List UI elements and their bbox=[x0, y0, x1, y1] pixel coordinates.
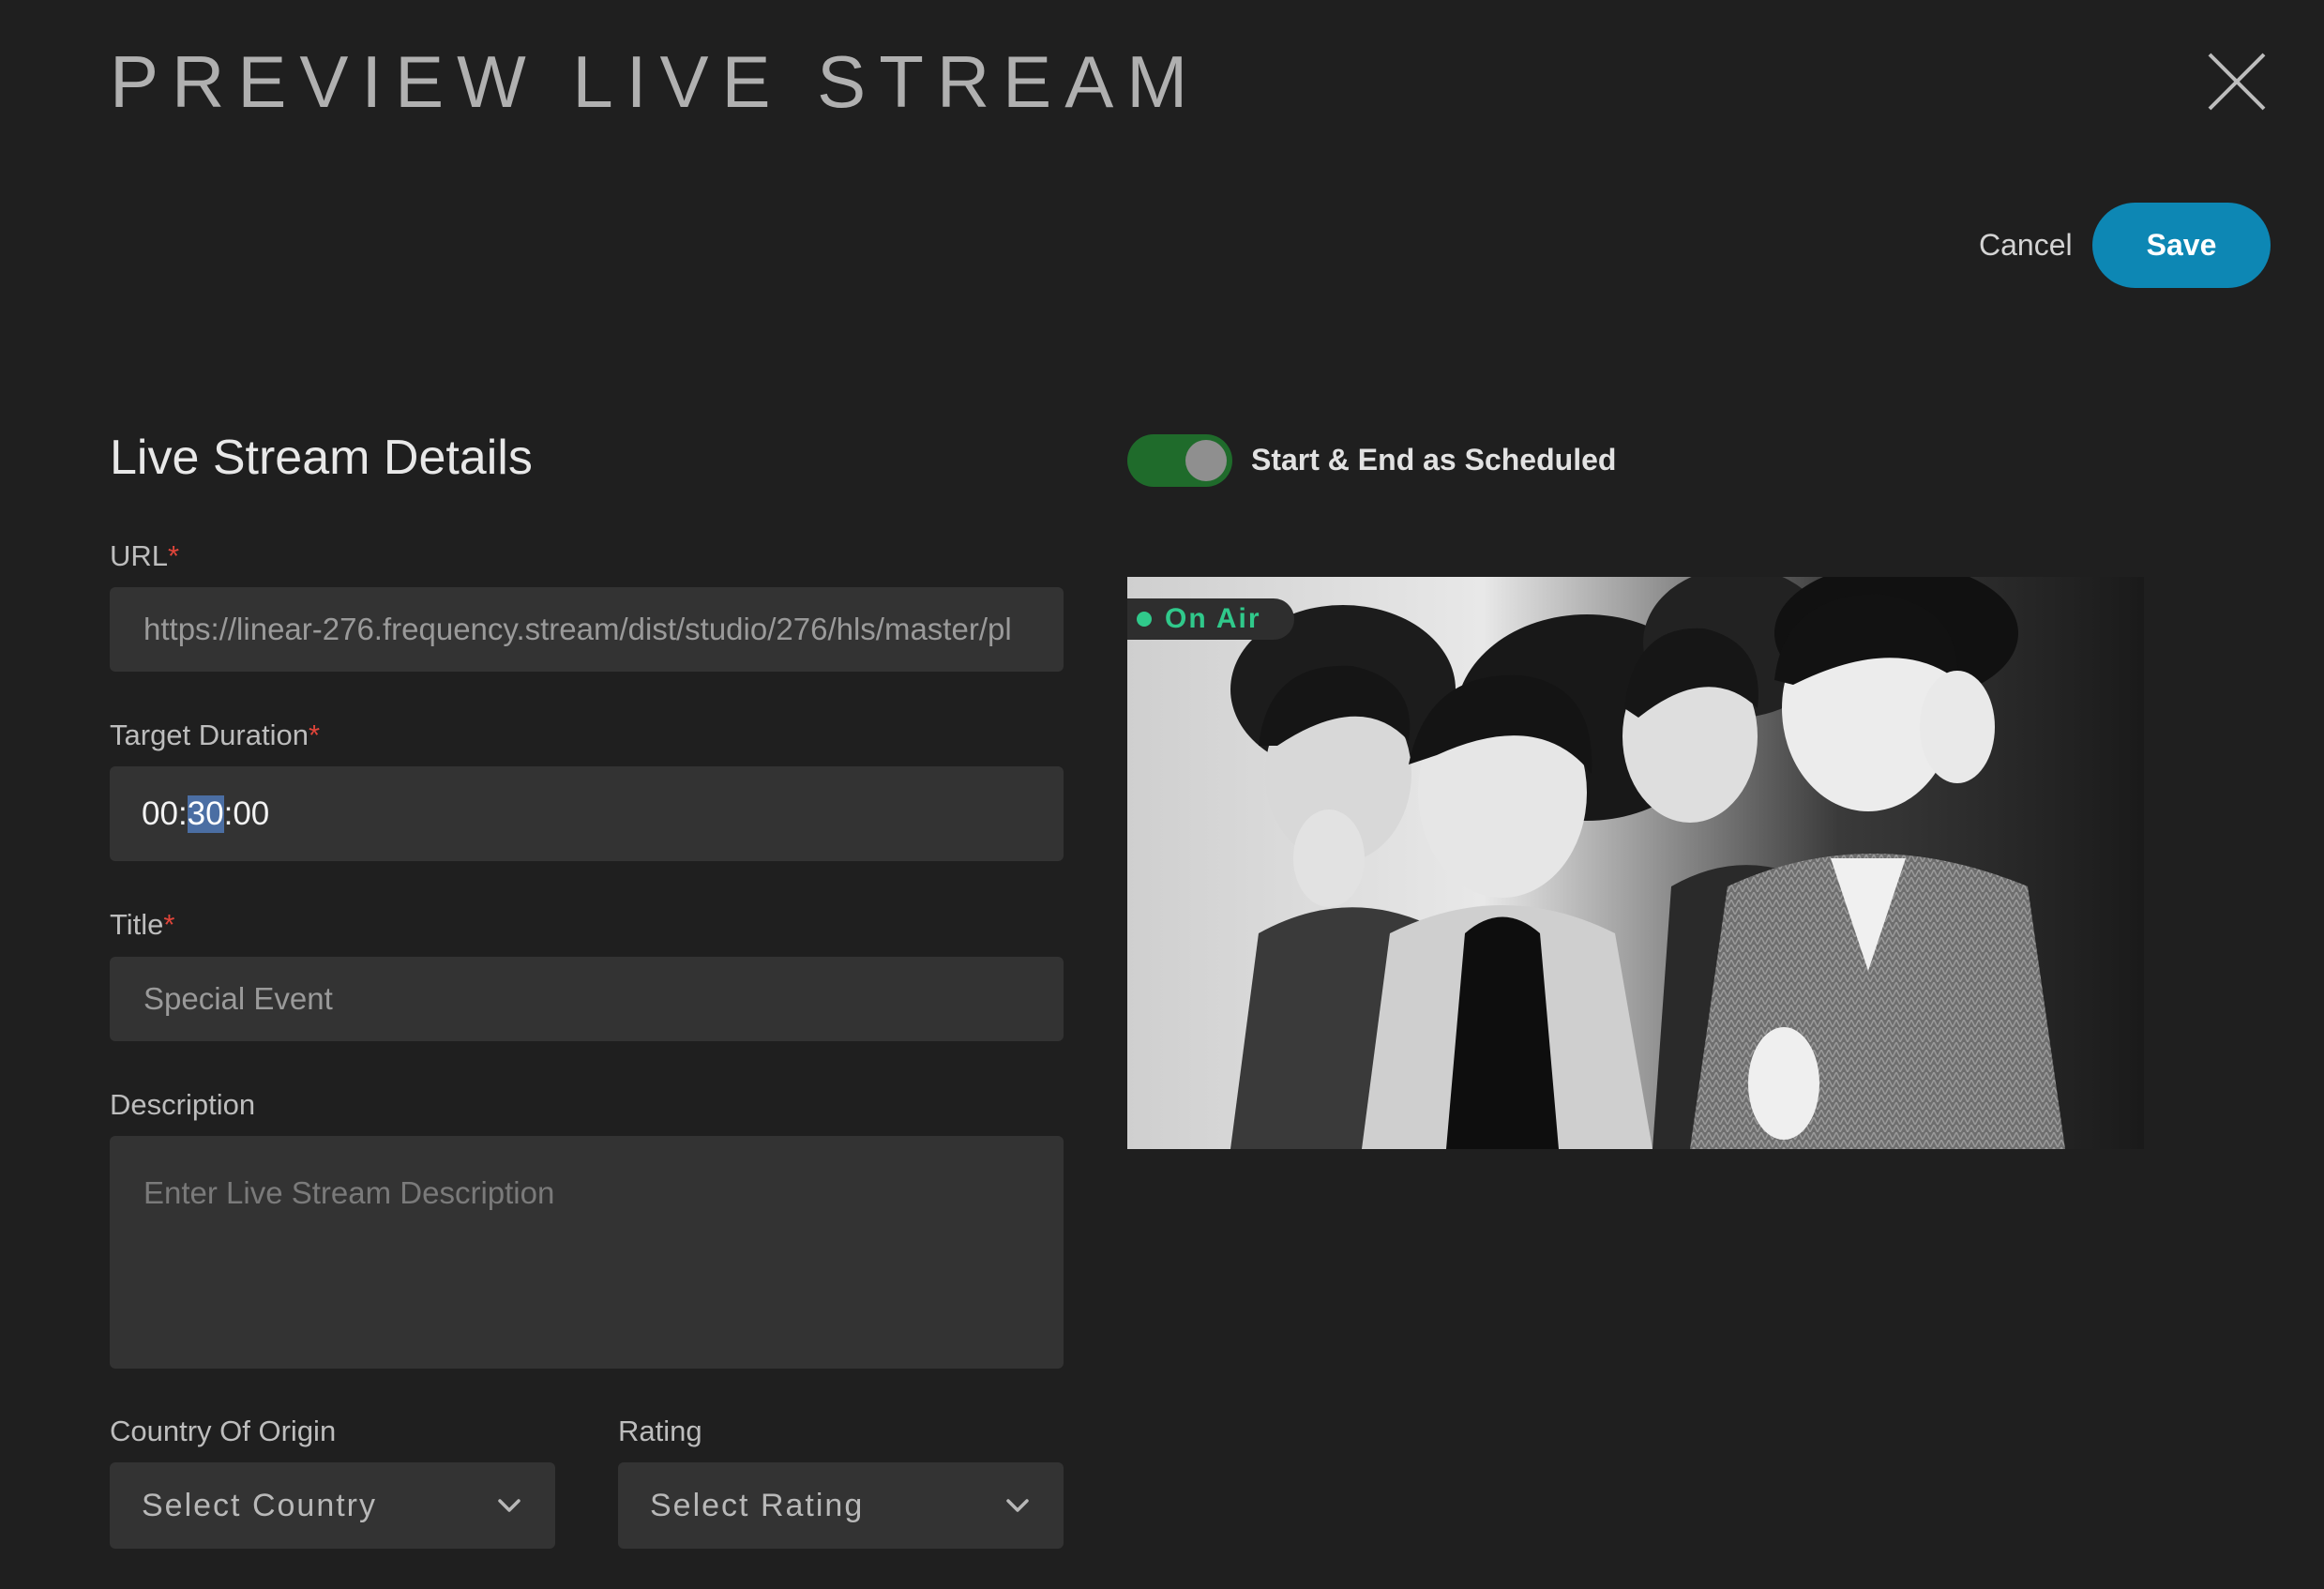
duration-seconds[interactable]: 00 bbox=[233, 795, 269, 833]
country-select[interactable]: Select Country bbox=[110, 1462, 555, 1549]
duration-separator: : bbox=[177, 794, 188, 832]
chevron-down-icon bbox=[498, 1499, 521, 1512]
save-button[interactable]: Save bbox=[2092, 203, 2271, 288]
duration-minutes[interactable]: 30 bbox=[187, 794, 224, 833]
page-title: PREVIEW LIVE STREAM bbox=[110, 40, 1201, 123]
cancel-button[interactable]: Cancel bbox=[1960, 208, 2091, 281]
title-input[interactable]: Special Event bbox=[110, 957, 1064, 1041]
country-selected: Select Country bbox=[142, 1487, 377, 1523]
section-title: Live Stream Details bbox=[110, 431, 533, 485]
url-value: https://linear-276.frequency.stream/dist… bbox=[143, 612, 1012, 646]
rating-select[interactable]: Select Rating bbox=[618, 1462, 1064, 1549]
required-mark: * bbox=[163, 908, 175, 941]
url-input[interactable]: https://linear-276.frequency.stream/dist… bbox=[110, 587, 1064, 672]
status-dot bbox=[1137, 612, 1152, 627]
preview-photo bbox=[1127, 577, 2144, 1149]
required-mark: * bbox=[168, 539, 180, 572]
title-label: Title* bbox=[110, 908, 175, 941]
description-label: Description bbox=[110, 1088, 256, 1121]
toggle-knob bbox=[1185, 440, 1227, 481]
on-air-badge: On Air bbox=[1127, 598, 1294, 640]
description-textarea[interactable]: Enter Live Stream Description bbox=[110, 1136, 1064, 1369]
on-air-status: On Air bbox=[1165, 603, 1261, 634]
chevron-down-icon bbox=[1006, 1499, 1029, 1512]
description-placeholder: Enter Live Stream Description bbox=[143, 1175, 555, 1210]
schedule-toggle[interactable] bbox=[1127, 434, 1232, 487]
stream-preview bbox=[1127, 577, 2144, 1149]
duration-separator: : bbox=[223, 794, 234, 832]
close-button[interactable] bbox=[2206, 51, 2268, 113]
target-duration-input[interactable]: 00:30:00 bbox=[110, 766, 1064, 861]
rating-selected: Select Rating bbox=[650, 1487, 865, 1523]
required-mark: * bbox=[308, 719, 321, 751]
target-duration-label: Target Duration* bbox=[110, 719, 321, 751]
title-placeholder: Special Event bbox=[143, 981, 333, 1016]
url-label: URL* bbox=[110, 539, 180, 572]
rating-label: Rating bbox=[618, 1415, 702, 1447]
country-label: Country Of Origin bbox=[110, 1415, 337, 1447]
close-icon bbox=[2208, 53, 2266, 111]
duration-hours[interactable]: 00 bbox=[142, 795, 178, 833]
schedule-toggle-label: Start & End as Scheduled bbox=[1251, 443, 1617, 477]
